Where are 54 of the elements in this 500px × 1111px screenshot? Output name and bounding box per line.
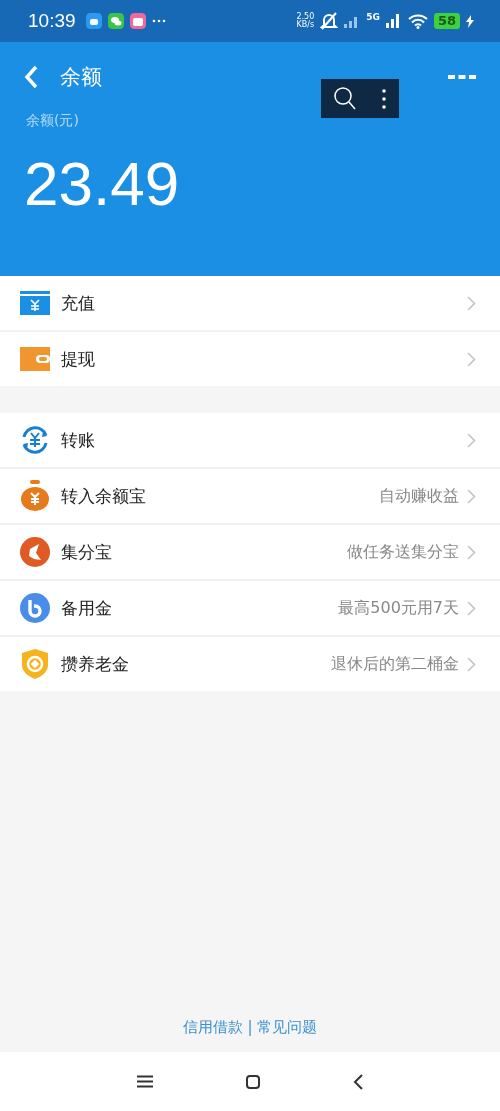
chevron-right-icon (467, 656, 476, 672)
points-icon (20, 537, 50, 567)
battery-level: 58 (433, 13, 460, 29)
tv-app-icon (129, 13, 146, 29)
menu-item-label: 充值 (61, 291, 95, 315)
menu-item-hint: 最高500元用7天 (338, 597, 459, 619)
menu-icon[interactable] (136, 1075, 153, 1088)
link-separator: | (247, 1018, 253, 1036)
menu-item-label: 集分宝 (61, 540, 112, 564)
chevron-right-icon (467, 351, 476, 367)
status-time: 10:39 (28, 10, 76, 32)
menu-item[interactable]: 攒养老金 退休后的第二桶金 (0, 637, 500, 691)
chevron-right-icon (467, 432, 476, 448)
menu-item[interactable]: 转账 (0, 413, 500, 469)
letter-b-icon (20, 593, 50, 623)
menu-item-label: 转账 (61, 428, 95, 452)
robot-app-icon (85, 13, 102, 29)
charging-icon (466, 14, 474, 28)
menu-item-label: 转入余额宝 (61, 484, 146, 508)
chevron-right-icon (467, 544, 476, 560)
money-bag-icon (20, 480, 50, 512)
signal-icon (385, 14, 402, 28)
card-icon (20, 291, 50, 315)
more-notifications-icon (151, 19, 166, 23)
chat-app-icon (107, 13, 124, 29)
page-title: 余额 (60, 64, 102, 91)
wallet-icon (20, 347, 50, 371)
menu-item[interactable]: 备用金 最高500元用7天 (0, 581, 500, 637)
search-icon[interactable] (334, 86, 356, 111)
balance-amount: 23.49 (23, 148, 181, 219)
menu-item-hint: 做任务送集分宝 (347, 541, 459, 563)
menu-item[interactable]: 转入余额宝 自动赚收益 (0, 469, 500, 525)
home-icon[interactable] (246, 1074, 260, 1089)
network-type: 5G (366, 12, 380, 22)
more-icon[interactable] (448, 74, 476, 80)
menu-item[interactable]: 提现 (0, 332, 500, 386)
balance-label: 余额(元) (25, 112, 80, 130)
menu-item[interactable]: 集分宝 做任务送集分宝 (0, 525, 500, 581)
muted-bell-icon (320, 12, 339, 30)
menu-item-hint: 退休后的第二桶金 (331, 653, 459, 675)
menu-item-hint: 自动赚收益 (379, 485, 459, 507)
menu-item[interactable]: 充值 (0, 276, 500, 332)
menu-item-label: 攒养老金 (61, 652, 129, 676)
chevron-right-icon (467, 600, 476, 616)
network-speed: 2.50 KB/s (296, 13, 315, 29)
back-icon[interactable] (353, 1073, 364, 1090)
shield-icon (22, 649, 48, 679)
menu-item-label: 备用金 (61, 596, 112, 620)
chevron-right-icon (467, 488, 476, 504)
menu-dots-icon[interactable] (382, 88, 386, 109)
wifi-icon (407, 13, 428, 29)
chevron-right-icon (467, 295, 476, 311)
menu-item-label: 提现 (61, 347, 95, 371)
transfer-icon (20, 425, 50, 455)
